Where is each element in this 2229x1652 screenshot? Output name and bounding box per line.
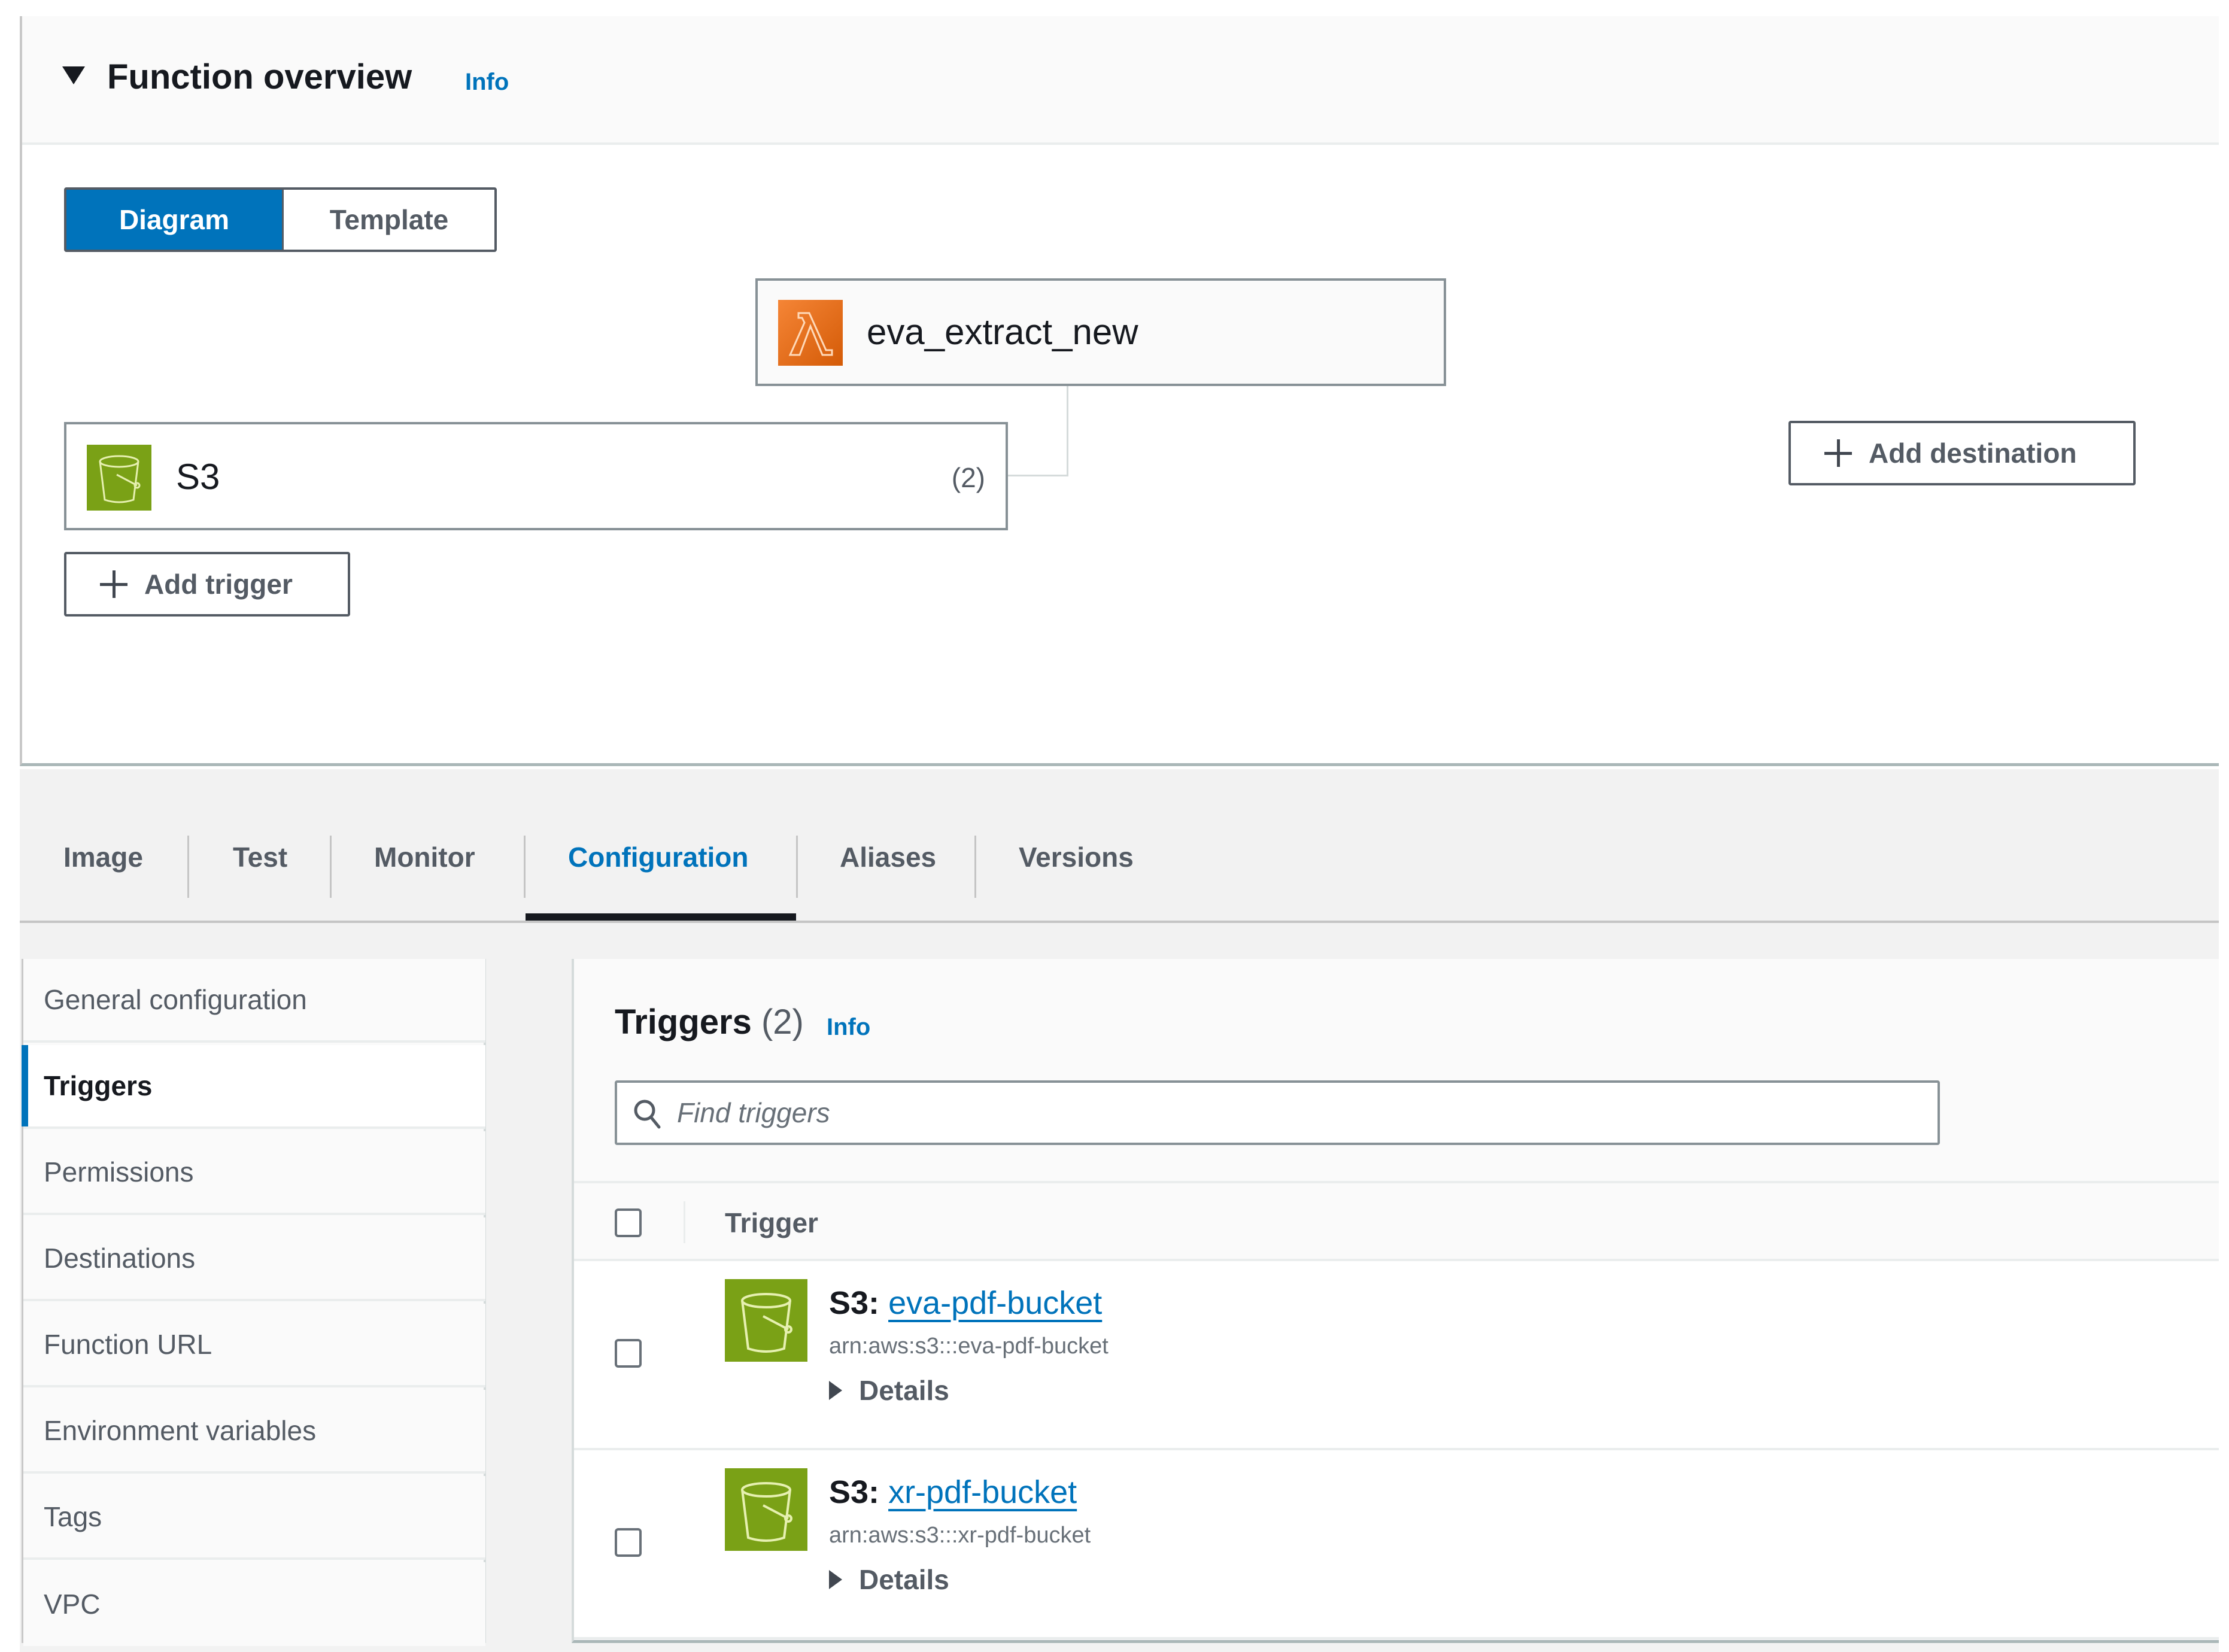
tab-divider: [187, 836, 189, 898]
add-destination-label: Add destination: [1869, 438, 2077, 469]
add-destination-button[interactable]: Add destination: [1788, 421, 2136, 485]
s3-node-count: (2): [951, 462, 985, 493]
lambda-icon: [778, 300, 843, 366]
triggers-info-link[interactable]: Info: [827, 1010, 870, 1044]
row-checkbox[interactable]: [615, 1528, 642, 1557]
s3-bucket-icon: [725, 1279, 807, 1362]
view-toggle: Diagram Template: [64, 187, 497, 252]
tab-aliases[interactable]: Aliases: [840, 769, 936, 921]
bucket-arn: arn:aws:s3:::eva-pdf-bucket: [829, 1334, 1109, 1359]
select-all-checkbox[interactable]: [615, 1208, 642, 1237]
column-header-trigger: Trigger: [725, 1207, 818, 1238]
triggers-heading: Triggers (2): [615, 998, 804, 1046]
tab-divider: [796, 836, 798, 898]
plus-icon: [100, 570, 127, 598]
table-row: S3: xr-pdf-bucket arn:aws:s3:::xr-pdf-bu…: [574, 1450, 2219, 1639]
function-overview-title[interactable]: Function overview: [107, 53, 412, 101]
sidebar-item-destinations[interactable]: Destinations: [23, 1217, 485, 1301]
sidebar-item-environment-variables[interactable]: Environment variables: [23, 1390, 485, 1474]
sidebar-item-permissions[interactable]: Permissions: [23, 1131, 485, 1215]
tab-configuration[interactable]: Configuration: [568, 769, 749, 921]
sidebar-item-general-configuration[interactable]: General configuration: [23, 959, 485, 1043]
function-name: eva_extract_new: [867, 312, 1138, 352]
search-input[interactable]: [677, 1083, 1922, 1143]
function-tabs: Image Test Monitor Configuration Aliases…: [20, 769, 2219, 923]
details-expander[interactable]: Details: [829, 1560, 949, 1599]
caret-right-icon: [829, 1381, 842, 1400]
tab-test[interactable]: Test: [233, 769, 287, 921]
details-label: Details: [859, 1375, 949, 1406]
bucket-arn: arn:aws:s3:::xr-pdf-bucket: [829, 1523, 1091, 1548]
table-header: Trigger: [574, 1181, 2219, 1261]
s3-trigger-node[interactable]: S3 (2): [64, 422, 1008, 530]
tab-monitor[interactable]: Monitor: [374, 769, 475, 921]
s3-bucket-icon: [725, 1468, 807, 1551]
function-overview-header: Function overview Info: [22, 16, 2219, 145]
s3-node-label: S3: [176, 457, 220, 497]
details-expander[interactable]: Details: [829, 1371, 949, 1410]
sidebar-item-tags[interactable]: Tags: [23, 1476, 485, 1560]
sidebar-item-vpc[interactable]: VPC: [23, 1562, 485, 1646]
tab-divider: [524, 836, 526, 898]
overview-info-link[interactable]: Info: [465, 65, 509, 99]
tab-versions[interactable]: Versions: [1019, 769, 1134, 921]
template-toggle-button[interactable]: Template: [282, 190, 494, 250]
find-triggers-search: [615, 1080, 1940, 1145]
connector-line: [1067, 386, 1068, 476]
details-label: Details: [859, 1564, 949, 1595]
plus-icon: [1824, 439, 1852, 467]
triggers-title: Triggers: [615, 1003, 752, 1041]
diagram-toggle-button[interactable]: Diagram: [66, 190, 282, 250]
caret-right-icon: [829, 1570, 842, 1589]
column-divider: [684, 1201, 685, 1243]
trigger-service: S3:: [829, 1285, 880, 1321]
search-icon: [633, 1098, 661, 1129]
connector-line: [1008, 475, 1068, 476]
function-node[interactable]: eva_extract_new: [755, 278, 1446, 386]
triggers-panel: Triggers (2) Info Trigger: [572, 959, 2219, 1643]
triggers-count: (2): [761, 1003, 804, 1041]
sidebar-item-triggers[interactable]: Triggers: [22, 1045, 485, 1129]
caret-down-icon[interactable]: [62, 66, 85, 84]
trigger-service: S3:: [829, 1474, 880, 1510]
tab-divider: [974, 836, 976, 898]
configuration-sidebar: General configuration Triggers Permissio…: [22, 959, 486, 1646]
add-trigger-button[interactable]: Add trigger: [64, 552, 350, 617]
trigger-name: S3: xr-pdf-bucket: [829, 1471, 1077, 1514]
function-overview-card: Function overview Info Diagram Template …: [20, 16, 2219, 766]
tab-image[interactable]: Image: [63, 769, 143, 921]
bucket-link[interactable]: eva-pdf-bucket: [888, 1285, 1102, 1321]
trigger-name: S3: eva-pdf-bucket: [829, 1281, 1102, 1325]
add-trigger-label: Add trigger: [144, 569, 293, 600]
sidebar-item-function-url[interactable]: Function URL: [23, 1304, 485, 1387]
bucket-link[interactable]: xr-pdf-bucket: [888, 1474, 1077, 1510]
row-checkbox[interactable]: [615, 1339, 642, 1368]
s3-bucket-icon: [87, 445, 151, 511]
active-tab-indicator: [526, 913, 796, 921]
tab-divider: [330, 836, 332, 898]
table-row: S3: eva-pdf-bucket arn:aws:s3:::eva-pdf-…: [574, 1261, 2219, 1450]
